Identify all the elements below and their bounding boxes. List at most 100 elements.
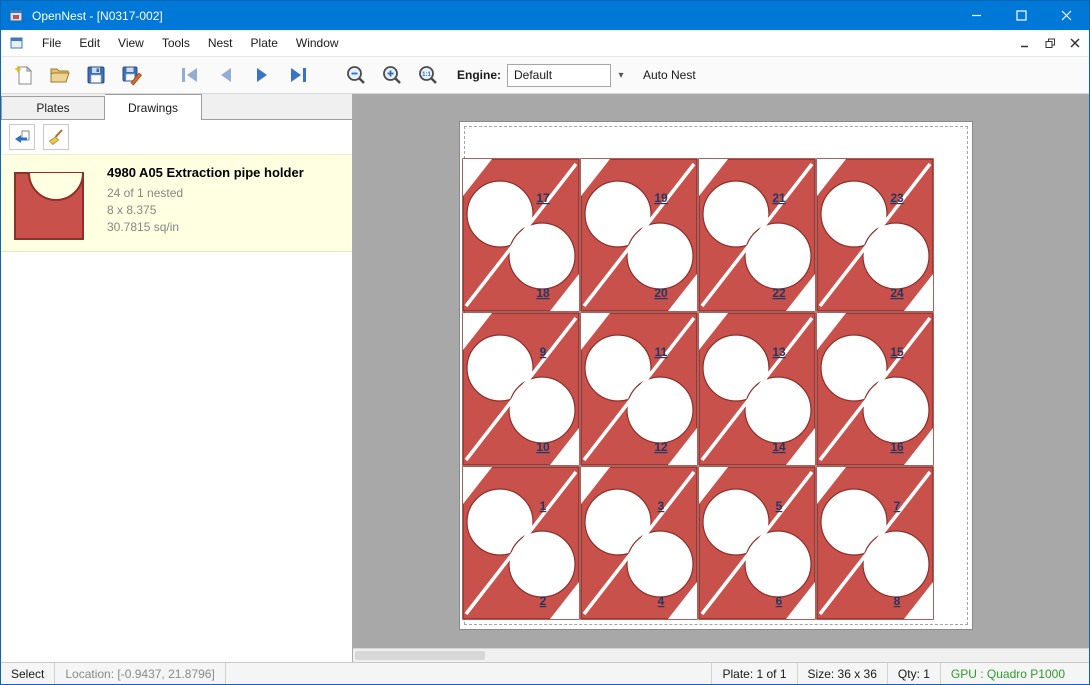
tab-strip: Plates Drawings bbox=[1, 94, 352, 120]
scrollbar-thumb[interactable] bbox=[355, 651, 485, 660]
nested-part-pair[interactable]: 11 12 bbox=[580, 312, 698, 466]
window-title: OpenNest - [N0317-002] bbox=[32, 9, 163, 23]
app-window: OpenNest - [N0317-002] File Edit View To… bbox=[0, 0, 1090, 685]
zoom-fit-icon: 1:1 bbox=[417, 64, 439, 86]
zoom-out-icon bbox=[345, 64, 367, 86]
go-last-button[interactable] bbox=[283, 60, 313, 90]
part-number: 11 bbox=[655, 345, 668, 359]
part-number: 18 bbox=[536, 286, 550, 300]
menu-nest[interactable]: Nest bbox=[199, 32, 242, 54]
new-file-button[interactable] bbox=[9, 60, 39, 90]
drawing-area: 30.7815 sq/in bbox=[107, 219, 304, 236]
go-next-icon bbox=[251, 64, 273, 86]
child-close-button[interactable] bbox=[1064, 33, 1086, 53]
menu-file[interactable]: File bbox=[33, 32, 70, 54]
chevron-down-icon[interactable]: ▾ bbox=[613, 70, 629, 81]
status-size: Size: 36 x 36 bbox=[798, 667, 887, 681]
save-button[interactable] bbox=[81, 60, 111, 90]
close-icon bbox=[1061, 10, 1072, 21]
part-number: 23 bbox=[890, 191, 904, 205]
drawing-nested-count: 24 of 1 nested bbox=[107, 185, 304, 202]
drawing-size: 8 x 8.375 bbox=[107, 202, 304, 219]
nested-part-pair[interactable]: 34 bbox=[580, 466, 698, 620]
part-number: 15 bbox=[890, 345, 904, 359]
menu-view[interactable]: View bbox=[109, 32, 153, 54]
maximize-button[interactable] bbox=[999, 1, 1044, 30]
nested-part-pair[interactable]: 12 bbox=[462, 466, 580, 620]
app-icon bbox=[9, 8, 25, 24]
zoom-in-icon bbox=[381, 64, 403, 86]
nested-part-pair[interactable]: 56 bbox=[698, 466, 816, 620]
canvas-horizontal-scrollbar[interactable] bbox=[353, 648, 1089, 662]
part-number: 20 bbox=[654, 286, 668, 300]
tab-plates[interactable]: Plates bbox=[1, 96, 105, 120]
part-number: 6 bbox=[776, 594, 783, 608]
part-number: 14 bbox=[772, 440, 786, 454]
back-arrow-button[interactable] bbox=[9, 124, 35, 150]
nested-part-pair[interactable]: 1516 bbox=[816, 312, 934, 466]
part-number: 22 bbox=[772, 286, 786, 300]
nested-part-pair[interactable]: 78 bbox=[816, 466, 934, 620]
zoom-fit-button[interactable]: 1:1 bbox=[413, 60, 443, 90]
status-plate: Plate: 1 of 1 bbox=[712, 667, 796, 681]
save-icon bbox=[85, 64, 107, 86]
menu-plate[interactable]: Plate bbox=[242, 32, 287, 54]
go-previous-button[interactable] bbox=[211, 60, 241, 90]
minimize-button[interactable] bbox=[954, 1, 999, 30]
drawing-title: 4980 A05 Extraction pipe holder bbox=[107, 165, 304, 180]
go-next-button[interactable] bbox=[247, 60, 277, 90]
part-number: 12 bbox=[654, 440, 668, 454]
engine-label: Engine: bbox=[457, 68, 501, 82]
zoom-in-button[interactable] bbox=[377, 60, 407, 90]
child-restore-icon bbox=[1045, 38, 1056, 49]
auto-nest-button[interactable]: Auto Nest bbox=[643, 68, 696, 82]
nested-part-pair[interactable]: 910 bbox=[462, 312, 580, 466]
canvas-column: 171819202122232491011121314151612345678 bbox=[353, 94, 1089, 662]
go-first-icon bbox=[179, 64, 201, 86]
status-gpu: GPU : Quadro P1000 bbox=[941, 667, 1075, 681]
main-area: Plates Drawings bbox=[1, 94, 1089, 662]
open-file-button[interactable] bbox=[45, 60, 75, 90]
status-location: Location: [-0.9437, 21.8796] bbox=[55, 667, 224, 681]
parts-grid: 171819202122232491011121314151612345678 bbox=[462, 158, 934, 620]
nested-part-pair[interactable]: 1718 bbox=[462, 158, 580, 312]
drawing-list-item[interactable]: 4980 A05 Extraction pipe holder 24 of 1 … bbox=[1, 154, 352, 252]
child-restore-button[interactable] bbox=[1039, 33, 1061, 53]
title-bar[interactable]: OpenNest - [N0317-002] bbox=[1, 1, 1089, 30]
part-number: 19 bbox=[654, 191, 668, 205]
nested-part-pair[interactable]: 1920 bbox=[580, 158, 698, 312]
zoom-out-button[interactable] bbox=[341, 60, 371, 90]
menu-window[interactable]: Window bbox=[287, 32, 348, 54]
menu-tools[interactable]: Tools bbox=[153, 32, 199, 54]
part-thumbnail bbox=[11, 163, 89, 243]
status-bar: Select Location: [-0.9437, 21.8796] Plat… bbox=[1, 662, 1089, 684]
part-number: 2 bbox=[540, 594, 547, 608]
child-minimize-button[interactable] bbox=[1014, 33, 1036, 53]
part-number: 3 bbox=[658, 499, 665, 513]
plate: 171819202122232491011121314151612345678 bbox=[459, 121, 973, 630]
open-folder-icon bbox=[49, 64, 71, 86]
part-number: 17 bbox=[536, 191, 550, 205]
svg-text:1:1: 1:1 bbox=[422, 72, 431, 78]
drawings-toolbar bbox=[1, 120, 352, 154]
save-as-icon bbox=[121, 64, 143, 86]
close-button[interactable] bbox=[1044, 1, 1089, 30]
save-as-button[interactable] bbox=[117, 60, 147, 90]
nested-part-pair[interactable]: 1314 bbox=[698, 312, 816, 466]
clean-button[interactable] bbox=[43, 124, 69, 150]
nested-part-pair[interactable]: 2122 bbox=[698, 158, 816, 312]
status-separator bbox=[225, 663, 226, 684]
child-minimize-icon bbox=[1020, 38, 1030, 48]
tab-drawings[interactable]: Drawings bbox=[105, 94, 202, 120]
clean-broom-icon bbox=[47, 128, 65, 146]
nest-canvas[interactable]: 171819202122232491011121314151612345678 bbox=[353, 94, 1089, 648]
nested-part-pair[interactable]: 2324 bbox=[816, 158, 934, 312]
menu-bar: File Edit View Tools Nest Plate Window bbox=[1, 30, 1089, 56]
go-last-icon bbox=[287, 64, 309, 86]
menu-edit[interactable]: Edit bbox=[70, 32, 109, 54]
resize-grip[interactable] bbox=[1075, 663, 1089, 684]
tab-strip-filler bbox=[202, 94, 352, 120]
go-first-button[interactable] bbox=[175, 60, 205, 90]
main-toolbar: 1:1 Engine: Default ▾ Auto Nest bbox=[1, 56, 1089, 94]
engine-dropdown[interactable]: Default bbox=[507, 64, 611, 87]
